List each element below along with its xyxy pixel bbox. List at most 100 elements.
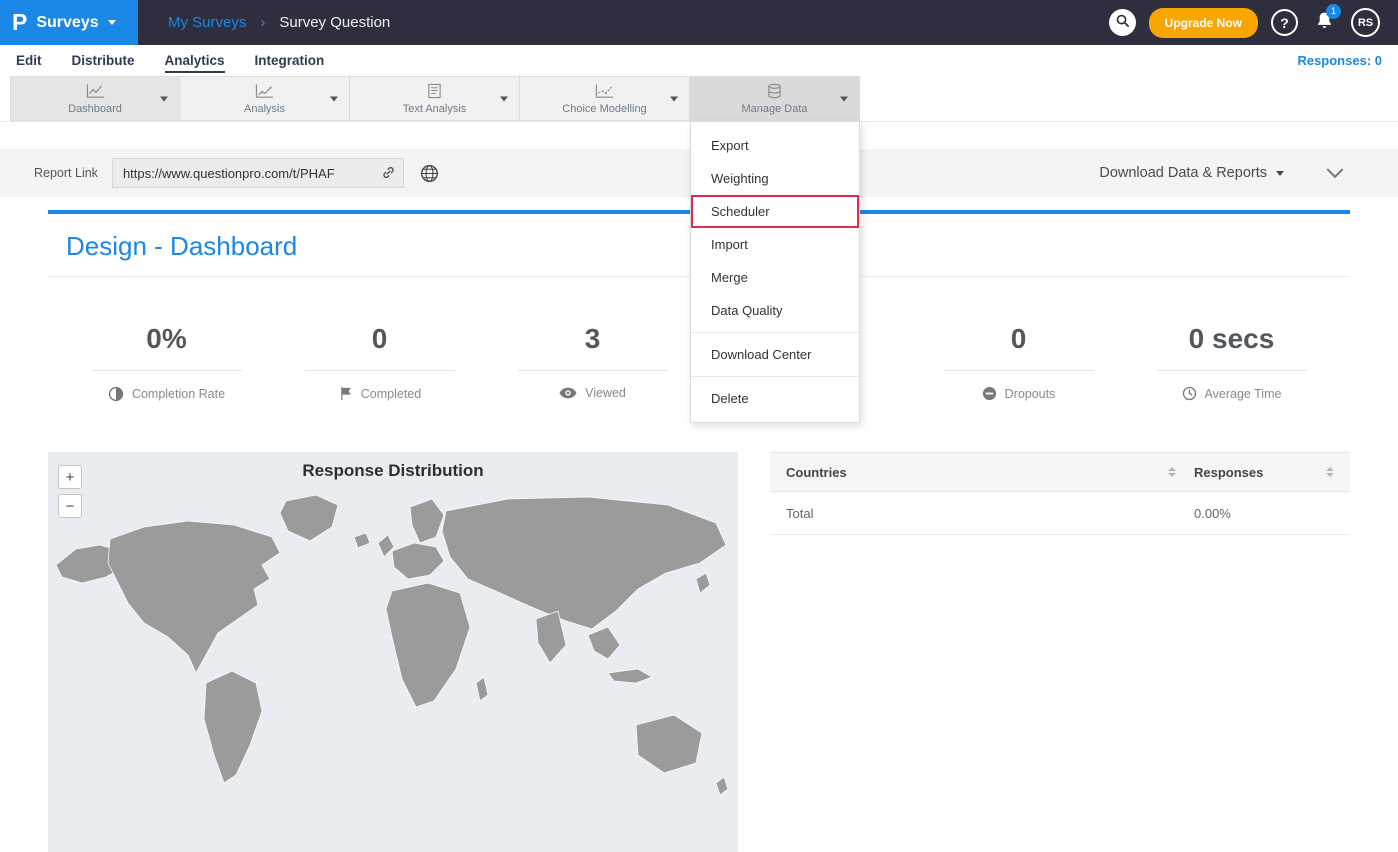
map-australia (636, 715, 702, 773)
map-asia (442, 497, 726, 629)
responses-header-label: Responses (1194, 465, 1263, 480)
map-iceland (354, 533, 370, 548)
toolbar-tab-choice-modelling[interactable]: Choice Modelling (520, 76, 690, 121)
menu-item-data-quality[interactable]: Data Quality (691, 294, 859, 327)
countries-table-header: Countries Responses (770, 452, 1350, 492)
map-indonesia (608, 669, 652, 683)
surveys-product-switcher[interactable]: P Surveys (0, 0, 138, 45)
stat-label: Average Time (1205, 387, 1282, 401)
map-scandinavia (410, 499, 444, 543)
breadcrumb-current-survey: Survey Question (279, 14, 390, 31)
help-button[interactable]: ? (1271, 9, 1298, 36)
stat-value: 0 (305, 323, 455, 371)
clock-icon (1182, 386, 1197, 401)
collapse-section-chevron[interactable] (1326, 168, 1344, 179)
breadcrumb-my-surveys[interactable]: My Surveys (168, 14, 246, 31)
chevron-down-icon (330, 96, 338, 101)
toolbar-tab-label: Text Analysis (403, 103, 467, 115)
report-url-wrapper (112, 158, 404, 188)
menu-item-weighting[interactable]: Weighting (691, 162, 859, 195)
map-africa (386, 583, 470, 707)
table-row: Total 0.00% (770, 492, 1350, 535)
search-button[interactable] (1109, 9, 1136, 36)
tab-analytics[interactable]: Analytics (165, 48, 225, 73)
questionpro-logo: P (12, 9, 27, 36)
minus-circle-icon (982, 386, 997, 401)
bell-icon (1314, 18, 1335, 35)
notifications-button[interactable]: 1 (1314, 10, 1335, 36)
menu-item-merge[interactable]: Merge (691, 261, 859, 294)
choice-modelling-chart-icon (595, 83, 614, 100)
database-icon (767, 83, 782, 100)
topbar-actions: Upgrade Now ? 1 RS (1109, 8, 1398, 38)
stat-value: 3 (518, 323, 668, 371)
chevron-down-icon (1276, 171, 1284, 176)
stat-label: Dropouts (1005, 387, 1056, 401)
globe-icon[interactable] (420, 164, 439, 183)
toolbar-tab-label: Analysis (244, 103, 285, 115)
country-cell: Total (786, 506, 1194, 521)
zoom-out-button[interactable]: − (58, 494, 82, 518)
map-title: Response Distribution (48, 452, 738, 481)
responses-column-header[interactable]: Responses (1194, 465, 1334, 480)
stat-completion-rate: 0% Completion Rate (60, 323, 273, 402)
breadcrumb-separator: › (260, 14, 265, 31)
menu-divider (691, 376, 859, 377)
tab-integration[interactable]: Integration (255, 48, 325, 73)
stat-label: Completion Rate (132, 387, 225, 401)
question-mark-icon: ? (1280, 15, 1289, 31)
search-icon (1115, 13, 1130, 33)
stat-value: 0 secs (1157, 323, 1307, 371)
responses-cell: 0.00% (1194, 506, 1334, 521)
map-se-asia (588, 627, 620, 659)
map-north-america (108, 521, 280, 673)
tab-edit[interactable]: Edit (16, 48, 42, 73)
notification-badge: 1 (1326, 4, 1341, 19)
menu-item-delete[interactable]: Delete (691, 382, 859, 415)
chevron-down-icon (160, 96, 168, 101)
menu-item-scheduler[interactable]: Scheduler (691, 195, 859, 228)
stat-dropouts: 0 Dropouts (912, 323, 1125, 402)
product-name: Surveys (36, 14, 98, 32)
map-greenland (280, 495, 338, 541)
manage-data-menu: Export Weighting Scheduler Import Merge … (690, 121, 860, 423)
survey-nav: Edit Distribute Analytics Integration Re… (0, 45, 1398, 76)
toolbar-tab-manage-data[interactable]: Manage Data (690, 76, 860, 121)
bottom-section: Response Distribution + − (48, 452, 1350, 852)
chevron-down-icon (670, 96, 678, 101)
sort-icon (1168, 467, 1176, 477)
text-document-icon (427, 83, 442, 100)
upgrade-now-button[interactable]: Upgrade Now (1149, 8, 1258, 38)
flag-icon (338, 386, 353, 401)
chevron-down-icon (840, 96, 848, 101)
download-data-reports-label: Download Data & Reports (1099, 165, 1267, 181)
countries-column-header[interactable]: Countries (786, 465, 1194, 480)
stat-value: 0 (944, 323, 1094, 371)
toolbar-tab-analysis[interactable]: Analysis (180, 76, 350, 121)
zoom-in-button[interactable]: + (58, 465, 82, 489)
world-map[interactable] (48, 487, 738, 827)
menu-item-import[interactable]: Import (691, 228, 859, 261)
countries-table: Countries Responses Total 0.00% (770, 452, 1350, 852)
avatar[interactable]: RS (1351, 8, 1380, 37)
menu-item-download-center[interactable]: Download Center (691, 338, 859, 371)
report-url-input[interactable] (112, 158, 404, 188)
response-distribution-card: Response Distribution + − (48, 452, 738, 852)
map-uk (378, 535, 394, 557)
analysis-chart-icon (255, 83, 274, 100)
toolbar-tab-text-analysis[interactable]: Text Analysis (350, 76, 520, 121)
stat-label: Completed (361, 387, 421, 401)
menu-item-export[interactable]: Export (691, 129, 859, 162)
responses-count: Responses: 0 (1297, 53, 1382, 68)
link-icon[interactable] (381, 165, 396, 185)
chevron-down-icon (108, 20, 116, 25)
stat-average-time: 0 secs Average Time (1125, 323, 1338, 402)
toolbar-tab-label: Dashboard (68, 103, 122, 115)
toolbar-tab-dashboard[interactable]: Dashboard (10, 76, 180, 121)
download-data-reports-dropdown[interactable]: Download Data & Reports (1099, 165, 1284, 181)
stat-viewed: 3 Viewed (486, 323, 699, 402)
tab-distribute[interactable]: Distribute (72, 48, 135, 73)
toolbar-tab-label: Manage Data (741, 103, 807, 115)
countries-header-label: Countries (786, 465, 847, 480)
eye-icon (559, 387, 577, 399)
